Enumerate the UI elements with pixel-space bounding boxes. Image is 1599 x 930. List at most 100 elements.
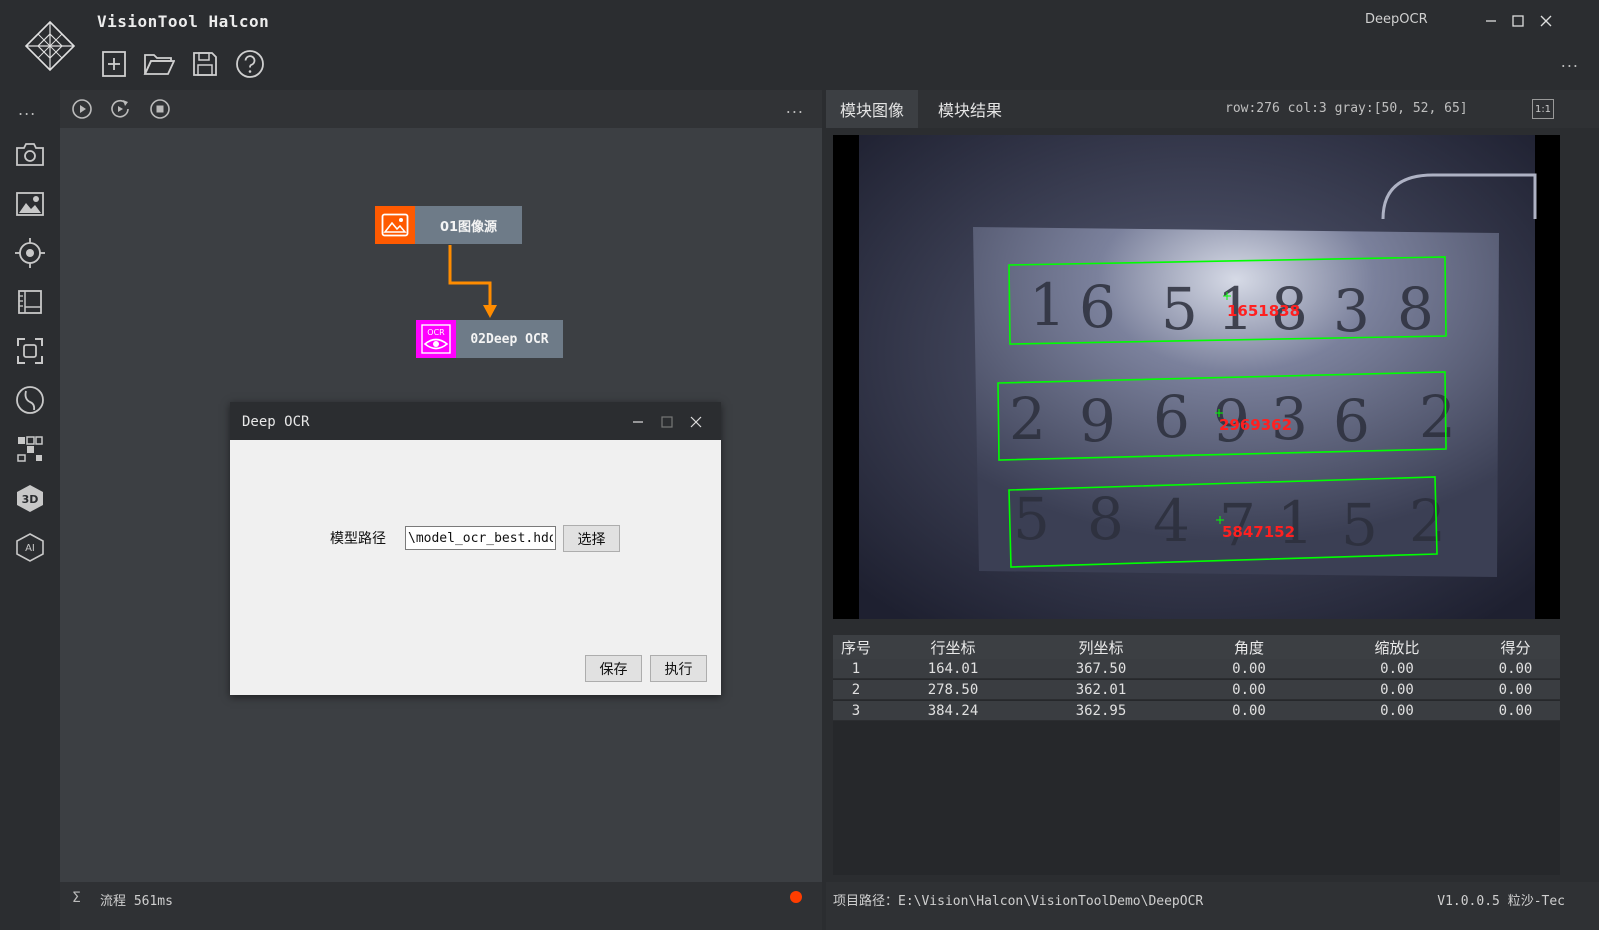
table-cell: 384.24	[927, 702, 979, 719]
run-button[interactable]: 执行	[650, 655, 707, 682]
model-path-label: 模型路径	[330, 531, 386, 547]
flow-connector	[448, 245, 497, 318]
dialog-title: Deep OCR	[242, 414, 310, 430]
table-cell: 367.50	[1075, 660, 1127, 677]
column-header[interactable]: 得分	[1471, 635, 1560, 659]
project-status-bar: 项目路径：E:\Vision\Halcon\VisionToolDemo\Dee…	[826, 882, 1599, 930]
table-header: 序号 行坐标 列坐标 角度 缩放比 得分	[833, 635, 1560, 659]
save-button[interactable]: 保存	[585, 655, 642, 682]
camera-icon[interactable]	[14, 138, 46, 170]
tab-module-result[interactable]: 模块结果	[924, 90, 1016, 128]
ruler-icon[interactable]	[14, 286, 46, 318]
table-cell: 0.00	[1380, 702, 1414, 719]
curve-icon[interactable]	[14, 384, 46, 416]
new-file-icon[interactable]	[98, 48, 130, 80]
table-cell: 0.00	[1380, 681, 1414, 698]
table-row[interactable]: 2 278.50 362.01 0.00 0.00 0.00	[833, 680, 1560, 700]
svg-text:3: 3	[1333, 277, 1370, 345]
dialog-minimize-icon[interactable]	[628, 412, 648, 432]
stop-icon[interactable]	[148, 97, 172, 121]
column-header[interactable]: 角度	[1175, 635, 1323, 659]
column-header[interactable]: 缩放比	[1323, 635, 1471, 659]
table-cell: 3	[851, 702, 861, 719]
loop-run-icon[interactable]	[108, 97, 132, 121]
table-cell: 0.00	[1380, 660, 1414, 677]
logo-icon	[24, 20, 76, 72]
svg-text:2: 2	[1419, 383, 1456, 451]
flow-status-bar: Σ 流程 561ms	[60, 882, 822, 930]
node-label: 01图像源	[415, 206, 522, 244]
table-cell: 362.95	[1075, 702, 1127, 719]
ai-icon[interactable]: AI	[14, 531, 46, 563]
open-folder-icon[interactable]	[143, 48, 175, 80]
svg-text:3D: 3D	[22, 493, 39, 506]
node-label: 02Deep OCR	[456, 320, 563, 358]
svg-text:2: 2	[1409, 487, 1446, 555]
3d-icon[interactable]: 3D	[14, 482, 46, 514]
flow-node-deep-ocr[interactable]: OCR 02Deep OCR	[416, 320, 563, 358]
svg-text:1: 1	[1029, 271, 1066, 339]
app-title: VisionTool Halcon	[97, 12, 270, 31]
table-cell: 0.00	[1498, 660, 1533, 677]
ocr-result-label: 2969362	[1219, 416, 1292, 434]
column-header[interactable]: 列坐标	[1027, 635, 1175, 659]
table-cell: 164.01	[927, 660, 979, 677]
svg-text:AI: AI	[25, 543, 35, 554]
svg-text:5: 5	[1341, 491, 1378, 559]
project-path: 项目路径：E:\Vision\Halcon\VisionToolDemo\Dee…	[833, 894, 1204, 909]
image-source-icon	[375, 206, 415, 244]
table-cell: 0.00	[1232, 660, 1266, 677]
svg-text:8: 8	[1397, 275, 1434, 343]
svg-text:9: 9	[1079, 387, 1116, 455]
ocr-result-label: 1651838	[1227, 302, 1300, 320]
model-path-input[interactable]	[405, 526, 556, 550]
svg-text:OCR: OCR	[427, 328, 445, 337]
flow-node-image-source[interactable]: 01图像源	[375, 206, 522, 244]
results-table: 序号 行坐标 列坐标 角度 缩放比 得分 1 164.01 367.50 0.0…	[833, 635, 1560, 875]
dialog-maximize-icon[interactable]	[657, 412, 677, 432]
table-cell: 278.50	[927, 681, 979, 698]
actual-size-button[interactable]: 1:1	[1532, 99, 1554, 119]
image-view[interactable]: 1651838 2969362 5847152 1651838 2969362 …	[833, 135, 1560, 619]
window-title: DeepOCR	[1365, 12, 1428, 27]
dialog-titlebar[interactable]: Deep OCR	[230, 402, 721, 440]
table-row[interactable]: 1 164.01 367.50 0.00 0.00 0.00	[833, 659, 1560, 679]
sigma-icon: Σ	[72, 890, 81, 906]
column-header[interactable]: 序号	[833, 635, 879, 659]
close-icon[interactable]	[1535, 10, 1557, 32]
table-row[interactable]: 3 384.24 362.95 0.00 0.00 0.00	[833, 701, 1560, 721]
title-bar: VisionTool Halcon DeepOCR ...	[0, 0, 1599, 90]
tab-module-image[interactable]: 模块图像	[826, 90, 919, 128]
matrix-icon[interactable]	[14, 433, 46, 465]
image-adjust-icon[interactable]	[14, 188, 46, 220]
maximize-icon[interactable]	[1507, 10, 1529, 32]
status-indicator	[790, 891, 802, 903]
save-icon[interactable]	[189, 48, 221, 80]
table-cell: 362.01	[1075, 681, 1127, 698]
svg-text:4: 4	[1153, 487, 1190, 555]
flow-run-time: 流程 561ms	[100, 894, 173, 909]
focus-frame-icon[interactable]	[14, 335, 46, 367]
target-icon[interactable]	[14, 237, 46, 269]
flow-more-button[interactable]: ...	[786, 98, 804, 117]
svg-text:6: 6	[1079, 273, 1116, 341]
run-icon[interactable]	[70, 97, 94, 121]
svg-text:6: 6	[1333, 387, 1370, 455]
svg-text:6: 6	[1153, 383, 1190, 451]
result-panel: 模块图像 模块结果 row:276 col:3 gray:[50, 52, 65…	[826, 90, 1599, 930]
dialog-close-icon[interactable]	[686, 412, 706, 432]
flow-toolbar: ...	[60, 90, 822, 128]
ocr-eye-icon: OCR	[416, 320, 456, 358]
svg-text:8: 8	[1087, 485, 1124, 553]
table-cell: 0.00	[1232, 702, 1266, 719]
select-button[interactable]: 选择	[563, 525, 620, 552]
minimize-icon[interactable]	[1480, 10, 1502, 32]
column-header[interactable]: 行坐标	[879, 635, 1027, 659]
table-cell: 0.00	[1498, 702, 1533, 719]
table-cell: 0.00	[1498, 681, 1533, 698]
sidebar-more-button[interactable]: ...	[18, 100, 36, 119]
pixel-info: row:276 col:3 gray:[50, 52, 65]	[1225, 101, 1468, 116]
result-tabs: 模块图像 模块结果 row:276 col:3 gray:[50, 52, 65…	[826, 90, 1599, 128]
title-more-button[interactable]: ...	[1561, 52, 1579, 71]
help-icon[interactable]	[234, 48, 266, 80]
